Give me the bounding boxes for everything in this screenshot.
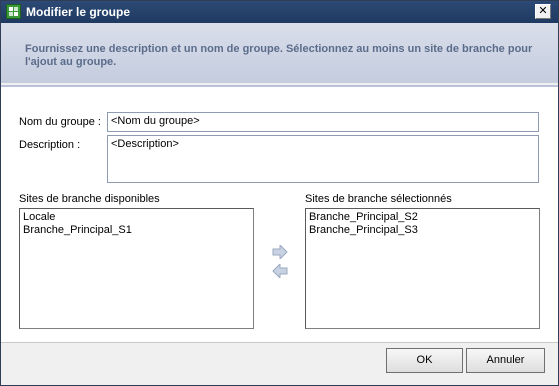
arrow-left-icon[interactable] [272, 264, 288, 278]
close-icon: ✕ [538, 5, 548, 17]
footer-divider [1, 342, 558, 343]
list-item[interactable]: Branche_Principal_S3 [309, 224, 536, 237]
cancel-button[interactable]: Annuler [466, 348, 545, 373]
instruction-text: Fournissez une description et un nom de … [25, 43, 533, 68]
window-title: Modifier le groupe [26, 5, 131, 19]
close-button[interactable]: ✕ [535, 4, 551, 19]
title-bar[interactable]: Modifier le groupe ✕ [1, 1, 558, 23]
selected-sites-label: Sites de branche sélectionnés [305, 193, 452, 205]
selected-sites-list[interactable]: Branche_Principal_S2 Branche_Principal_S… [305, 208, 540, 329]
list-item[interactable]: Locale [23, 211, 250, 224]
description-input[interactable]: <Description> [107, 135, 539, 183]
available-sites-label: Sites de branche disponibles [19, 193, 160, 205]
app-icon [6, 4, 21, 19]
list-item[interactable]: Branche_Principal_S2 [309, 211, 536, 224]
available-sites-list[interactable]: Locale Branche_Principal_S1 [19, 208, 254, 329]
form-area: Nom du groupe : <Nom du groupe> Descript… [1, 87, 558, 342]
ok-button[interactable]: OK [386, 348, 463, 373]
group-name-label: Nom du groupe : [19, 116, 101, 128]
instruction-banner: Fournissez une description et un nom de … [1, 23, 558, 83]
description-label: Description : [19, 139, 81, 151]
group-name-input[interactable]: <Nom du groupe> [107, 112, 539, 132]
list-item[interactable]: Branche_Principal_S1 [23, 224, 250, 237]
arrow-right-icon[interactable] [272, 245, 288, 259]
dialog-window: Modifier le groupe ✕ Fournissez une desc… [0, 0, 559, 386]
